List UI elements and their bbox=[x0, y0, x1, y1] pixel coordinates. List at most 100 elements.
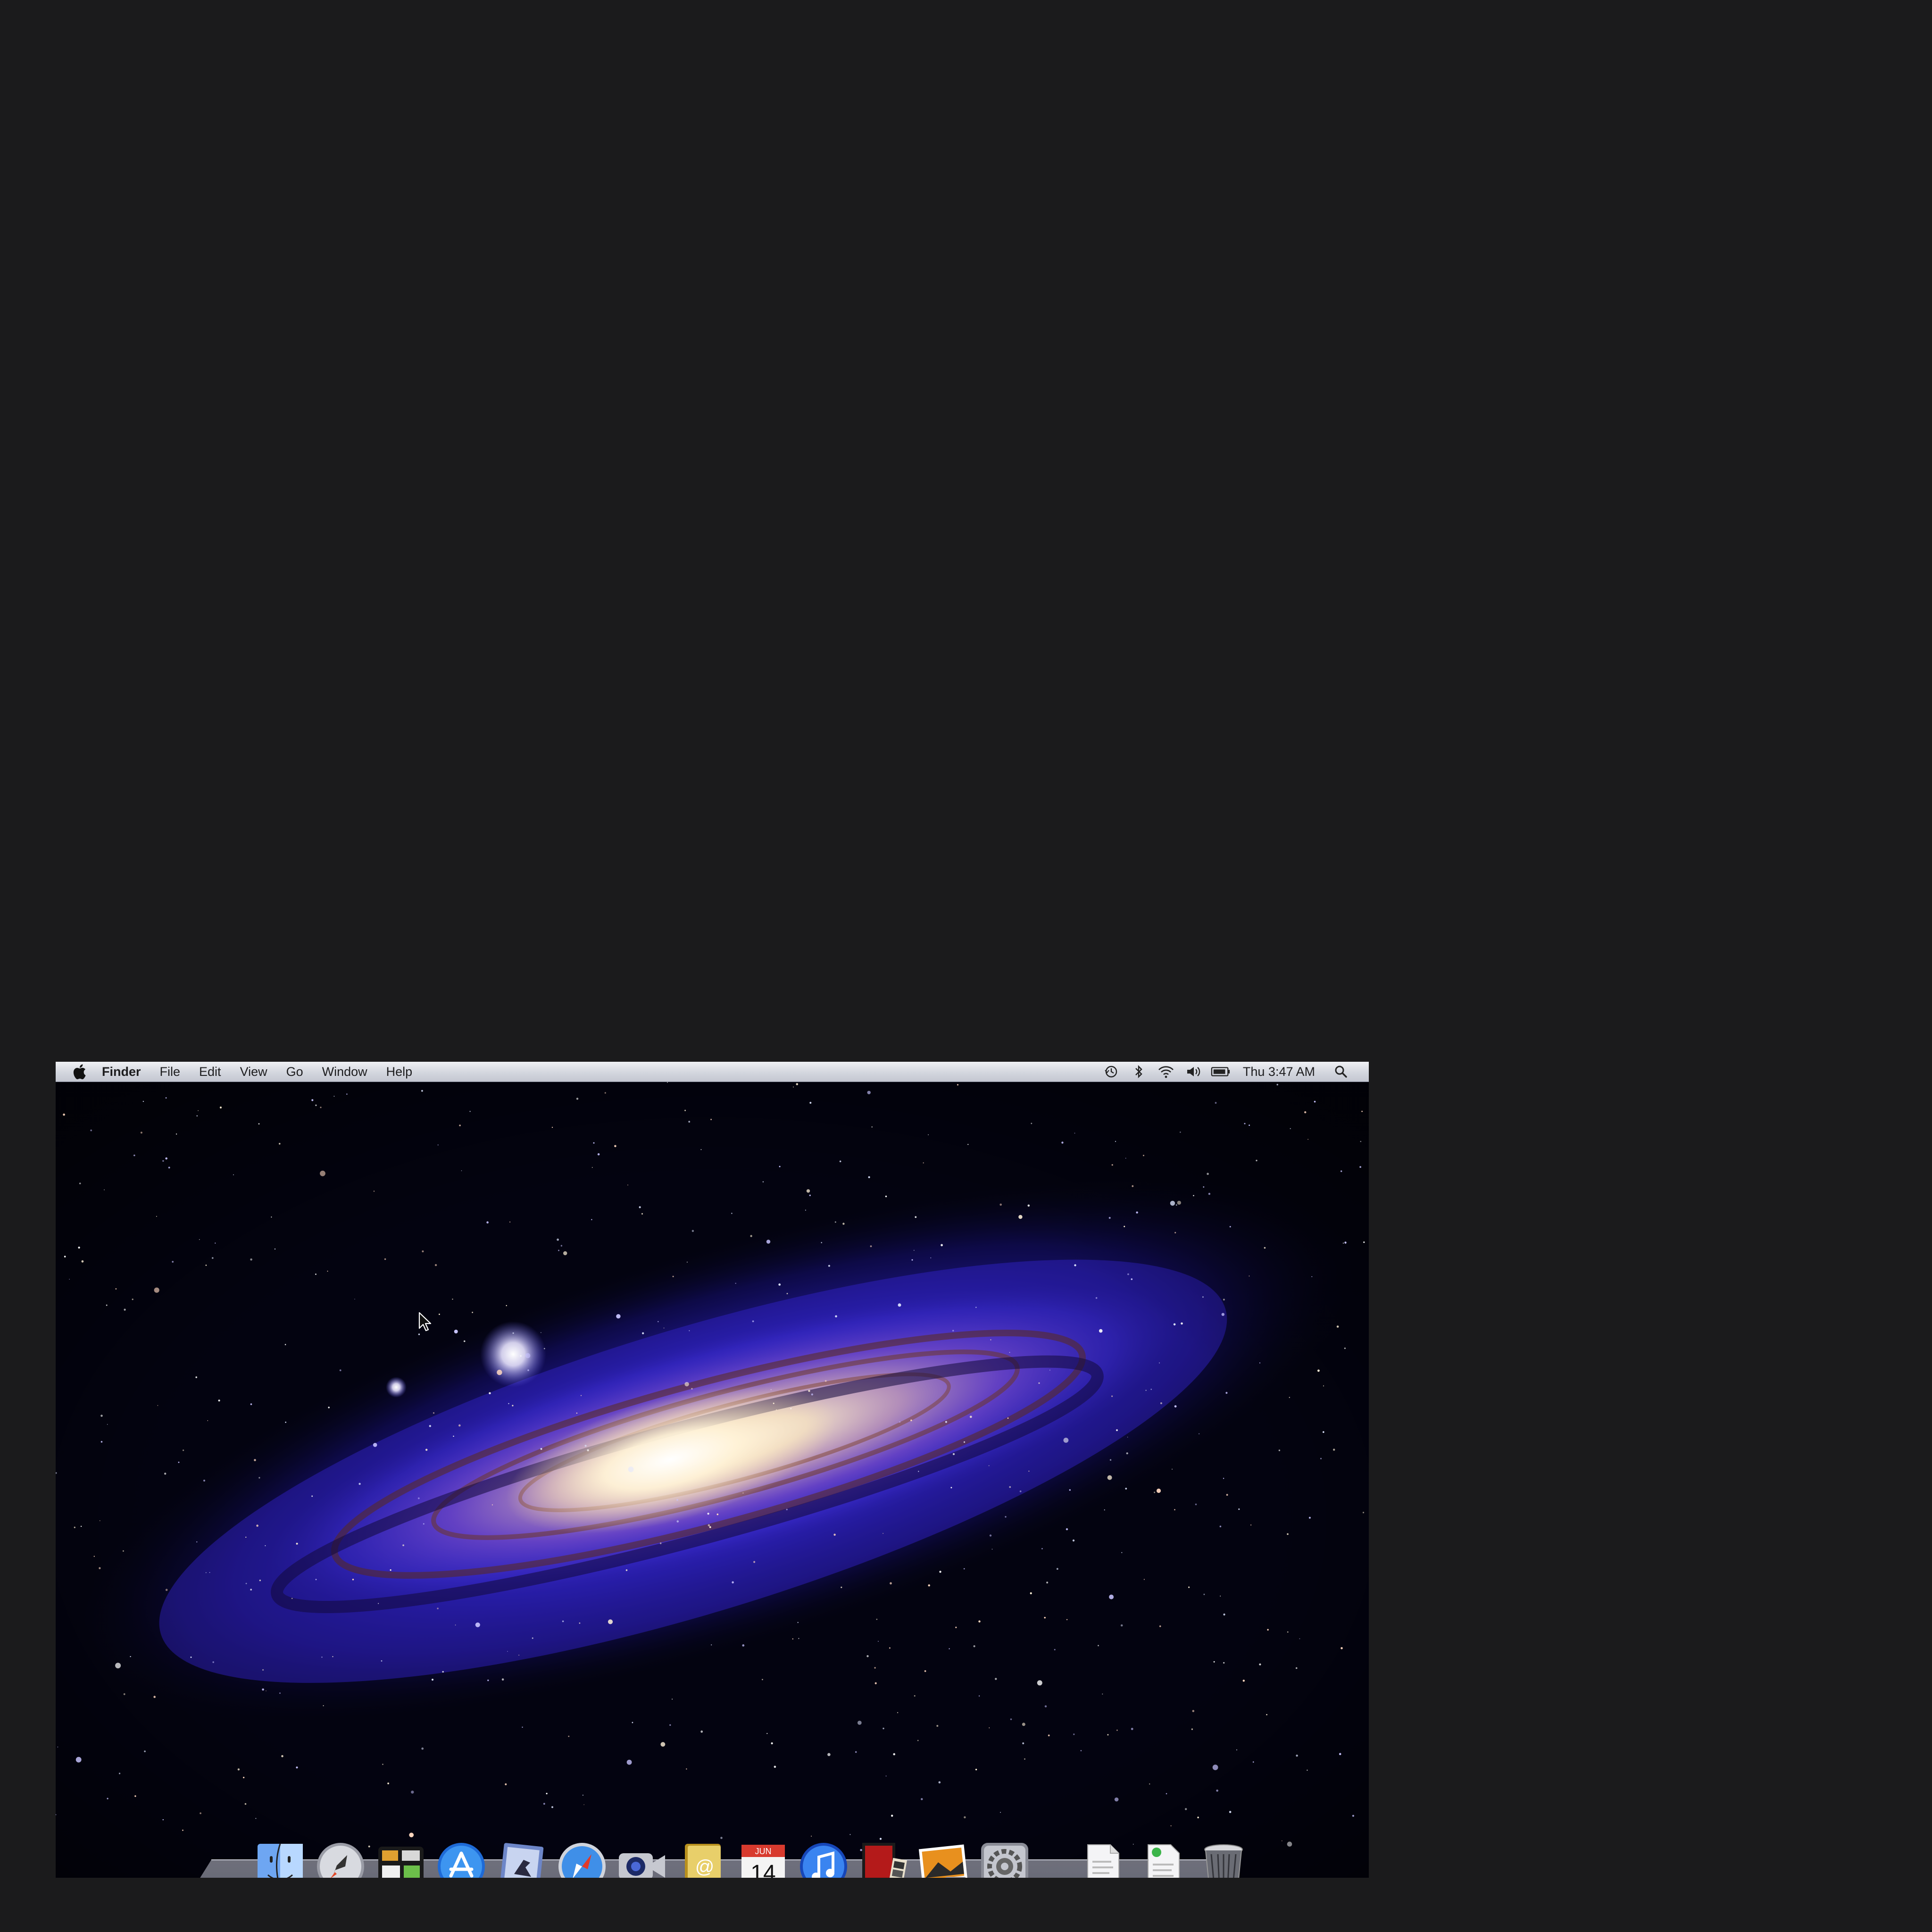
star bbox=[205, 1265, 207, 1266]
star bbox=[327, 1271, 328, 1272]
star bbox=[928, 1584, 930, 1587]
star bbox=[1174, 1405, 1177, 1407]
star bbox=[501, 1678, 504, 1681]
star bbox=[792, 1638, 793, 1640]
finder-icon[interactable] bbox=[254, 1840, 307, 1878]
menu-help[interactable]: Help bbox=[377, 1062, 422, 1082]
star bbox=[1121, 1552, 1123, 1553]
star bbox=[1107, 1475, 1112, 1480]
star bbox=[1177, 1200, 1181, 1205]
star bbox=[1127, 1437, 1128, 1438]
menu-go[interactable]: Go bbox=[277, 1062, 313, 1082]
app-store-icon[interactable] bbox=[435, 1840, 488, 1878]
itunes-icon[interactable] bbox=[797, 1840, 850, 1878]
star bbox=[162, 1160, 164, 1162]
star bbox=[1095, 1297, 1098, 1299]
address-book-icon[interactable]: @ bbox=[676, 1840, 729, 1878]
star bbox=[689, 1330, 690, 1332]
time-machine-icon[interactable] bbox=[1101, 1064, 1121, 1080]
star bbox=[658, 1321, 659, 1323]
star bbox=[546, 1792, 548, 1795]
star bbox=[1024, 1758, 1025, 1760]
star bbox=[1339, 1753, 1341, 1755]
iphoto-icon[interactable] bbox=[918, 1840, 971, 1878]
star bbox=[1287, 1631, 1289, 1633]
star bbox=[140, 1132, 142, 1134]
star bbox=[855, 1751, 857, 1753]
star bbox=[952, 1453, 955, 1455]
star bbox=[1038, 1382, 1040, 1384]
star bbox=[115, 1288, 117, 1290]
star bbox=[991, 1549, 993, 1550]
star bbox=[1066, 1619, 1068, 1620]
star bbox=[373, 1443, 377, 1447]
star bbox=[770, 1389, 772, 1391]
menu-view[interactable]: View bbox=[231, 1062, 277, 1082]
mail-icon[interactable] bbox=[495, 1840, 548, 1878]
documents-stack-icon[interactable] bbox=[1076, 1840, 1129, 1878]
star bbox=[1009, 1352, 1010, 1353]
star bbox=[1069, 1489, 1071, 1491]
calendar-icon[interactable]: JUN 14 bbox=[737, 1840, 790, 1878]
mission-control-icon[interactable] bbox=[375, 1840, 427, 1878]
menu-app-name[interactable]: Finder bbox=[102, 1062, 150, 1082]
star bbox=[1054, 1649, 1056, 1650]
star bbox=[175, 1133, 177, 1135]
star bbox=[551, 1806, 553, 1808]
launchpad-icon[interactable] bbox=[314, 1840, 367, 1878]
star bbox=[684, 1382, 689, 1387]
star bbox=[1150, 1389, 1152, 1390]
facetime-icon[interactable] bbox=[616, 1840, 669, 1878]
star bbox=[512, 1332, 514, 1334]
star bbox=[841, 1586, 842, 1588]
system-preferences-icon[interactable] bbox=[978, 1840, 1031, 1878]
star bbox=[1229, 1811, 1232, 1813]
star bbox=[921, 1798, 923, 1800]
desktop-wallpaper[interactable]: @ JUN 14 bbox=[56, 1082, 1369, 1878]
safari-icon[interactable] bbox=[556, 1840, 608, 1878]
star bbox=[924, 1670, 926, 1672]
star bbox=[258, 1123, 260, 1124]
star bbox=[1185, 1808, 1187, 1810]
star bbox=[834, 1221, 836, 1223]
star bbox=[710, 1118, 712, 1120]
star bbox=[1108, 1217, 1111, 1219]
star bbox=[245, 1582, 247, 1584]
star bbox=[639, 1206, 641, 1208]
apple-menu-icon[interactable] bbox=[71, 1063, 88, 1081]
star bbox=[1221, 1313, 1224, 1316]
star bbox=[520, 1355, 522, 1357]
star bbox=[165, 1589, 168, 1591]
volume-icon[interactable] bbox=[1183, 1064, 1203, 1080]
bluetooth-icon[interactable] bbox=[1129, 1064, 1149, 1080]
star bbox=[1000, 1812, 1001, 1813]
star bbox=[1154, 1491, 1156, 1493]
star bbox=[255, 1818, 257, 1819]
trash-icon[interactable] bbox=[1197, 1840, 1250, 1878]
battery-icon[interactable] bbox=[1211, 1064, 1231, 1080]
menu-edit[interactable]: Edit bbox=[190, 1062, 231, 1082]
menu-window[interactable]: Window bbox=[313, 1062, 377, 1082]
star bbox=[1278, 1449, 1281, 1451]
star bbox=[616, 1314, 621, 1319]
star bbox=[540, 1448, 542, 1450]
star bbox=[245, 1536, 247, 1538]
star bbox=[811, 1393, 813, 1396]
star bbox=[1287, 1841, 1292, 1847]
star bbox=[1007, 1417, 1009, 1419]
star bbox=[587, 1449, 589, 1451]
star bbox=[779, 1166, 781, 1167]
spotlight-search-icon[interactable] bbox=[1331, 1064, 1351, 1080]
downloads-stack-icon[interactable] bbox=[1137, 1840, 1190, 1878]
menu-clock[interactable]: Thu 3:47 AM bbox=[1243, 1065, 1315, 1079]
star bbox=[700, 1149, 702, 1150]
star bbox=[459, 1124, 461, 1126]
photo-booth-icon[interactable] bbox=[858, 1840, 910, 1878]
menu-file[interactable]: File bbox=[150, 1062, 190, 1082]
star bbox=[1116, 1729, 1118, 1731]
star bbox=[676, 1520, 679, 1523]
star bbox=[1290, 1128, 1291, 1129]
star bbox=[1193, 1195, 1194, 1197]
wifi-icon[interactable] bbox=[1156, 1064, 1176, 1080]
star bbox=[1323, 1431, 1324, 1433]
